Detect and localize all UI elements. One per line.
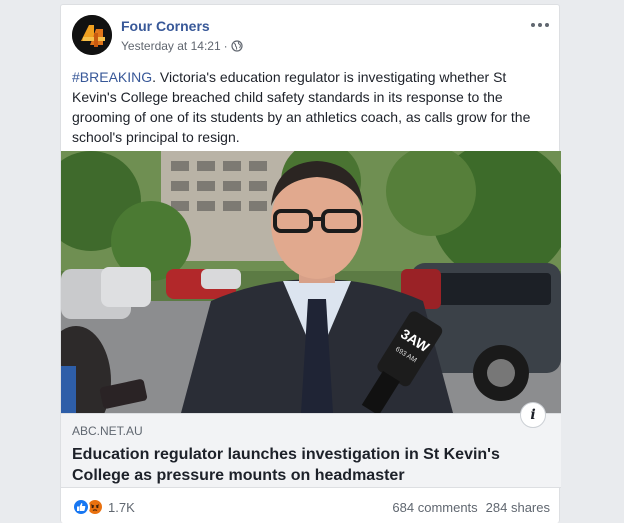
post-footer: 1.7K 684 comments 284 shares xyxy=(61,488,561,523)
page-avatar[interactable] xyxy=(72,15,112,55)
shares-count[interactable]: 284 shares xyxy=(486,500,550,515)
like-reaction-icon xyxy=(72,498,90,516)
post-text: #BREAKING. Victoria's education regulato… xyxy=(72,67,550,147)
post-header: Four Corners Yesterday at 14:21 · xyxy=(61,5,561,65)
post-meta: Yesterday at 14:21 · xyxy=(121,39,243,53)
post-timestamp[interactable]: Yesterday at 14:21 xyxy=(121,39,221,53)
engagement-counts: 684 comments 284 shares xyxy=(392,500,550,515)
post-photo[interactable]: 3AW 693 AM xyxy=(61,151,561,413)
reactions-summary[interactable]: 1.7K xyxy=(72,498,135,516)
reaction-count: 1.7K xyxy=(108,499,135,515)
more-options-icon[interactable] xyxy=(529,18,551,32)
hashtag-link[interactable]: #BREAKING xyxy=(72,69,152,85)
link-domain: ABC.NET.AU xyxy=(72,424,143,438)
four-corners-logo xyxy=(72,15,112,55)
page-name[interactable]: Four Corners xyxy=(121,18,210,34)
meta-separator: · xyxy=(223,39,228,53)
globe-icon[interactable] xyxy=(231,40,243,52)
comments-count[interactable]: 684 comments xyxy=(392,500,477,515)
link-title[interactable]: Education regulator launches investigati… xyxy=(72,444,542,486)
news-photo-illustration: 3AW 693 AM xyxy=(61,151,561,413)
info-icon[interactable]: i xyxy=(520,402,546,428)
post-card: Four Corners Yesterday at 14:21 · #BREAK… xyxy=(60,4,561,523)
link-preview[interactable]: ABC.NET.AU Education regulator launches … xyxy=(61,413,561,488)
